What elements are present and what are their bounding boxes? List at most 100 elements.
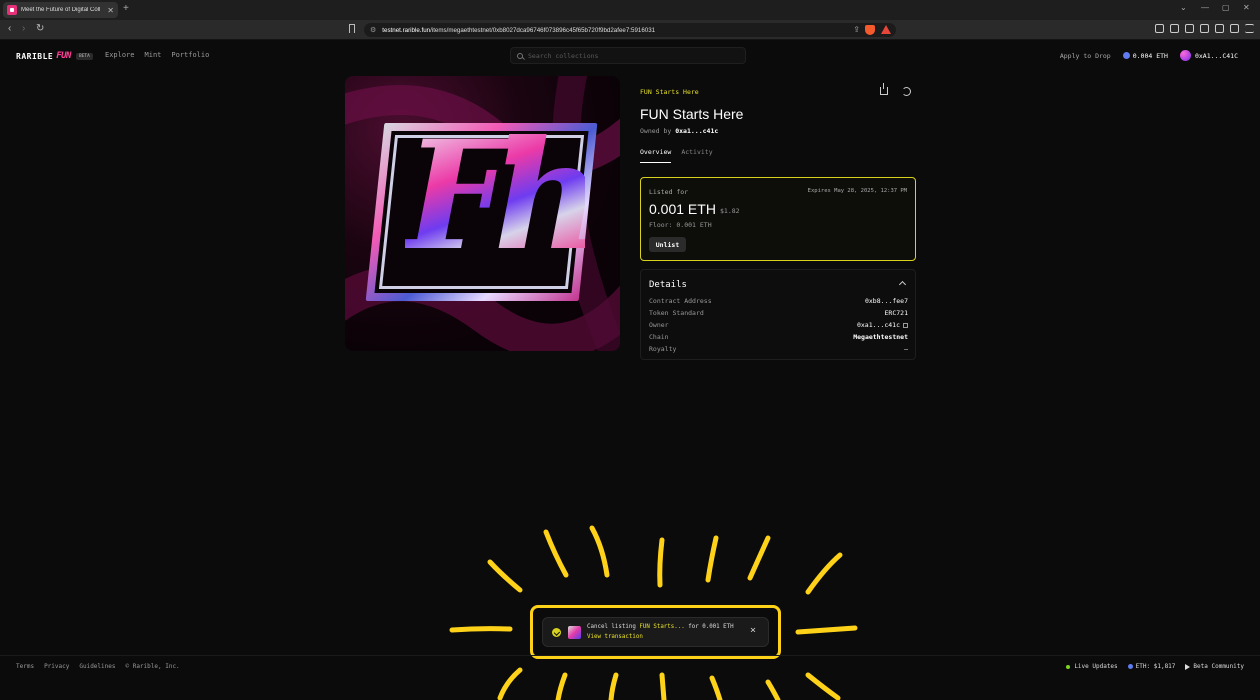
forward-icon[interactable]: ›: [22, 23, 25, 34]
footer-copyright: © Rarible, Inc.: [125, 663, 180, 670]
listing-expiry: Expires May 28, 2025, 12:37 PM: [807, 188, 907, 194]
detail-row-royalty: Royalty –: [649, 345, 908, 353]
reload-icon[interactable]: ↻: [36, 23, 44, 34]
restore-icon[interactable]: ▢: [1222, 3, 1230, 12]
search-placeholder: Search collections: [528, 51, 599, 60]
eth-price: ETH: $1,817: [1127, 663, 1175, 670]
tab-activity[interactable]: Activity: [681, 148, 712, 163]
detail-row-chain: Chain Megaethtestnet: [649, 333, 908, 341]
refresh-icon[interactable]: [902, 87, 911, 96]
ray: [608, 672, 619, 700]
nav-mint[interactable]: Mint: [145, 51, 162, 59]
details-title: Details: [649, 280, 687, 290]
eth-icon: [1127, 664, 1133, 669]
share-page-icon[interactable]: ⇪: [853, 25, 860, 34]
nav-explore[interactable]: Explore: [105, 51, 135, 59]
contract-address-link[interactable]: 0xb8...fee7: [865, 297, 908, 305]
unlist-button[interactable]: Unlist: [649, 237, 686, 252]
eth-balance-value: 0.004 ETH: [1132, 51, 1168, 60]
detail-value: Megaethtestnet: [853, 333, 908, 341]
toast-suffix: for 0.001 ETH: [688, 624, 734, 630]
collection-link[interactable]: FUN Starts Here: [640, 88, 699, 96]
ray: [805, 672, 841, 700]
detail-owner[interactable]: 0xa1...c41c: [857, 321, 908, 329]
vpn-icon[interactable]: [1230, 24, 1239, 33]
url-host: testnet.rarible.fun: [382, 26, 431, 34]
sidebar-icon[interactable]: [1185, 24, 1194, 33]
detail-key: Token Standard: [649, 309, 704, 317]
copy-icon[interactable]: [903, 322, 908, 328]
detail-row-owner: Owner 0xa1...c41c: [649, 321, 908, 329]
url-path: /items/megaethtestnet/0xb8027dca96746f07…: [430, 26, 656, 34]
owner-address-link[interactable]: 0xa1...c41c: [675, 127, 718, 135]
footer-privacy[interactable]: Privacy: [44, 663, 69, 670]
nft-artwork[interactable]: Fh: [345, 76, 620, 351]
beta-community-label: Beta Community: [1193, 663, 1244, 670]
footer-guidelines[interactable]: Guidelines: [79, 663, 115, 670]
browser-tab[interactable]: Meet the Future of Digital Coll ✕: [3, 2, 118, 18]
apply-to-drop-link[interactable]: Apply to Drop: [1060, 52, 1111, 60]
detail-key: Owner: [649, 321, 669, 329]
window-close-icon[interactable]: ✕: [1243, 3, 1250, 12]
owner-value: 0xa1...c41c: [856, 321, 900, 329]
ray: [709, 675, 723, 700]
site-header: RARIBLE FUN BETA Explore Mint Portfolio …: [0, 40, 1260, 72]
site-settings-icon[interactable]: ⚙: [370, 26, 376, 34]
live-updates-label: Live Updates: [1074, 663, 1118, 670]
header-actions: Apply to Drop 0.004 ETH 0xA1...C41C: [1060, 50, 1238, 61]
ray: [487, 559, 523, 593]
brave-shield-icon[interactable]: [865, 25, 875, 35]
logo-fun: FUN: [56, 51, 71, 61]
extension-icons: [1155, 24, 1254, 33]
footer-terms[interactable]: Terms: [16, 663, 34, 670]
live-dot-icon: [1066, 664, 1071, 669]
back-icon[interactable]: ‹: [8, 23, 11, 34]
main-nav: Explore Mint Portfolio: [105, 51, 209, 59]
search-input[interactable]: Search collections: [510, 47, 746, 64]
rarible-favicon-icon: [7, 5, 17, 15]
media-icon[interactable]: [1170, 24, 1179, 33]
chevron-up-icon[interactable]: [898, 280, 907, 289]
check-circle-icon: [552, 628, 561, 637]
ray: [747, 535, 771, 581]
bookmark-icon[interactable]: [349, 24, 355, 33]
owned-by-label: Owned by: [640, 127, 672, 135]
wallet-icon[interactable]: [1200, 24, 1209, 33]
listing-card: Listed for Expires May 28, 2025, 12:37 P…: [640, 177, 916, 261]
new-tab-icon[interactable]: +: [123, 3, 129, 14]
send-icon: [1185, 663, 1191, 670]
listing-price-usd: $1.82: [720, 207, 740, 215]
footer-links: Terms Privacy Guidelines © Rarible, Inc.: [16, 663, 180, 670]
ray: [795, 625, 858, 635]
menu-icon[interactable]: [1245, 24, 1254, 33]
item-tabs: Overview Activity: [640, 148, 713, 163]
wallet-button[interactable]: 0xA1...C41C: [1179, 50, 1238, 61]
view-transaction-link[interactable]: View transaction: [587, 634, 643, 640]
brave-rewards-icon[interactable]: [881, 25, 891, 34]
detail-value: –: [904, 345, 908, 353]
tab-search-icon[interactable]: ⌄: [1180, 3, 1187, 12]
tab-close-icon[interactable]: ✕: [107, 6, 114, 15]
tab-title: Meet the Future of Digital Coll: [21, 7, 101, 13]
leo-icon[interactable]: [1215, 24, 1224, 33]
ray: [543, 529, 569, 578]
extension-icon[interactable]: [1155, 24, 1164, 33]
minimize-icon[interactable]: —: [1201, 3, 1209, 12]
address-bar[interactable]: ⚙ testnet.rarible.fun/items/megaethtestn…: [364, 23, 896, 37]
detail-key: Chain: [649, 333, 669, 341]
listed-for-label: Listed for: [649, 188, 689, 196]
nav-portfolio[interactable]: Portfolio: [171, 51, 209, 59]
detail-value: ERC721: [884, 309, 908, 317]
close-icon[interactable]: ×: [750, 626, 756, 636]
live-updates[interactable]: Live Updates: [1066, 663, 1118, 670]
eth-balance[interactable]: 0.004 ETH: [1122, 51, 1168, 60]
tab-overview[interactable]: Overview: [640, 148, 672, 163]
browser-toolbar: ‹ › ↻ ⚙ testnet.rarible.fun/items/megaet…: [0, 20, 1260, 40]
share-icon[interactable]: [880, 83, 888, 95]
logo[interactable]: RARIBLE FUN BETA: [16, 51, 93, 61]
toast-item-thumbnail: [568, 626, 581, 639]
owner-line: Owned by 0xa1...c41c: [640, 127, 718, 135]
site-footer: Terms Privacy Guidelines © Rarible, Inc.…: [0, 655, 1260, 677]
beta-community-link[interactable]: Beta Community: [1185, 663, 1244, 670]
ray: [555, 672, 568, 700]
